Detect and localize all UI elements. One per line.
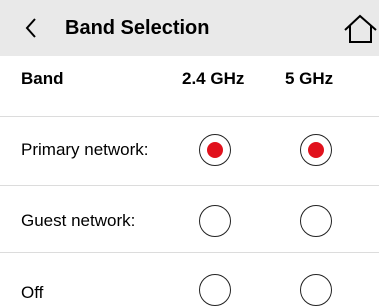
top-bar: Band Selection: [0, 0, 379, 56]
radio-guest-5ghz[interactable]: [300, 205, 332, 237]
home-icon: [344, 14, 377, 43]
row-label-off: Off: [21, 283, 44, 302]
row-label-primary-network: Primary network:: [21, 140, 149, 159]
chevron-left-icon: [25, 18, 36, 38]
radio-guest-2-4ghz[interactable]: [199, 205, 231, 237]
radio-selected-dot: [207, 142, 223, 158]
radio-off-5ghz[interactable]: [300, 274, 332, 306]
table-row-off: Off: [0, 252, 379, 306]
home-button[interactable]: [342, 14, 379, 44]
radio-selected-dot: [308, 142, 324, 158]
table-row-primary-network: Primary network:: [0, 116, 379, 179]
row-label-guest-network: Guest network:: [21, 211, 136, 230]
back-button[interactable]: [16, 12, 46, 44]
column-header-2-4ghz: 2.4 GHz: [182, 69, 245, 88]
radio-off-2-4ghz[interactable]: [199, 274, 231, 306]
column-header-5ghz: 5 GHz: [285, 69, 334, 88]
table-row-guest-network: Guest network:: [0, 185, 379, 248]
radio-primary-2-4ghz[interactable]: [199, 134, 231, 166]
column-header-band: Band: [21, 69, 64, 88]
page-title: Band Selection: [65, 17, 210, 39]
radio-primary-5ghz[interactable]: [300, 134, 332, 166]
